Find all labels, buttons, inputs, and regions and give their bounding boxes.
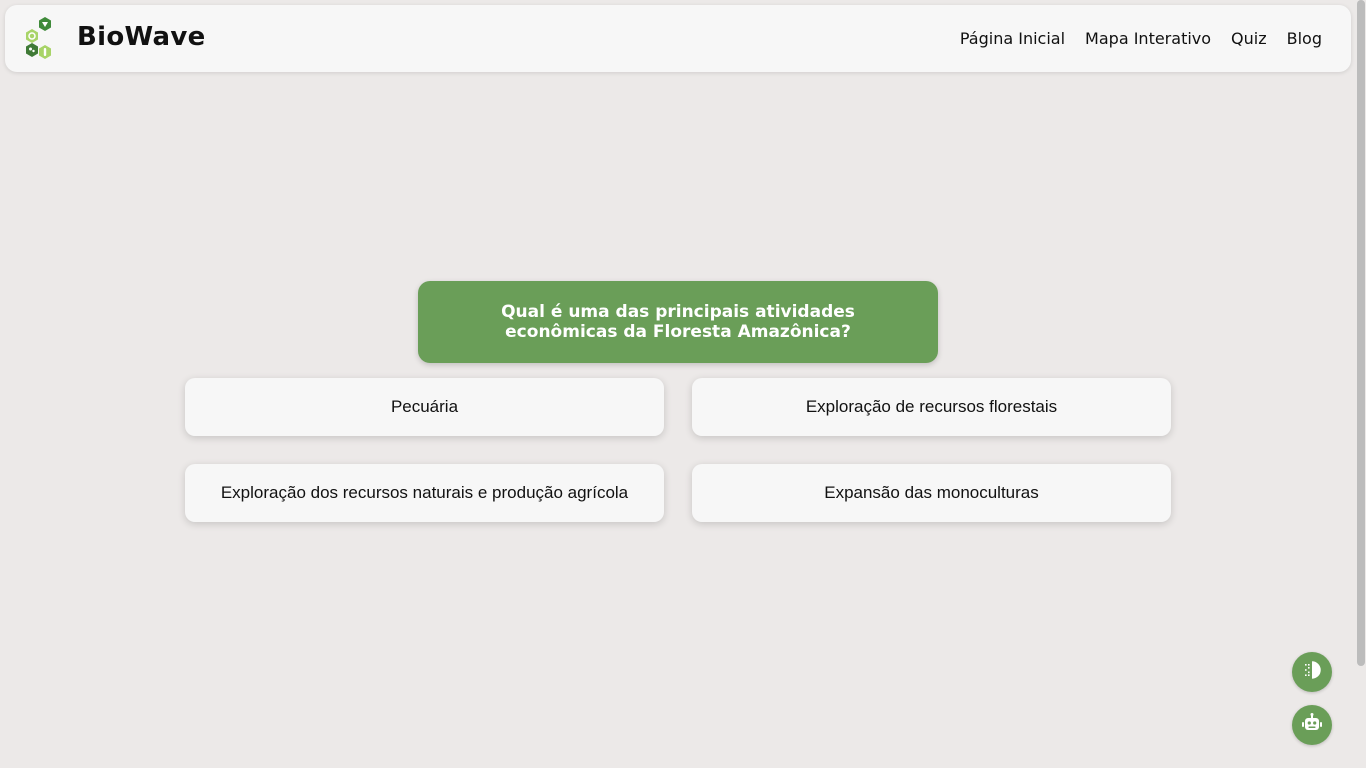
contrast-toggle-icon <box>1302 660 1322 685</box>
chatbot-button[interactable] <box>1292 705 1332 745</box>
nav-link-interactive-map[interactable]: Mapa Interativo <box>1085 29 1211 48</box>
nav-link-home[interactable]: Página Inicial <box>960 29 1065 48</box>
main-nav: Página Inicial Mapa Interativo Quiz Blog <box>960 5 1322 72</box>
scrollbar-thumb[interactable] <box>1357 0 1365 666</box>
leaf-hexagons-icon[interactable] <box>21 15 57 61</box>
nav-link-blog[interactable]: Blog <box>1287 29 1322 48</box>
contrast-toggle-button[interactable] <box>1292 652 1332 692</box>
answer-option-3[interactable]: Exploração dos recursos naturais e produ… <box>185 464 664 522</box>
nav-link-quiz[interactable]: Quiz <box>1231 29 1267 48</box>
answer-option-2[interactable]: Exploração de recursos florestais <box>692 378 1171 436</box>
quiz-question: Qual é uma das principais atividades eco… <box>418 281 938 363</box>
answer-option-1[interactable]: Pecuária <box>185 378 664 436</box>
page-scrollbar[interactable] <box>1356 0 1366 768</box>
top-navbar: BioWave Página Inicial Mapa Interativo Q… <box>5 5 1351 72</box>
answer-option-4[interactable]: Expansão das monoculturas <box>692 464 1171 522</box>
robot-icon <box>1301 712 1323 738</box>
brand-name[interactable]: BioWave <box>77 22 206 52</box>
